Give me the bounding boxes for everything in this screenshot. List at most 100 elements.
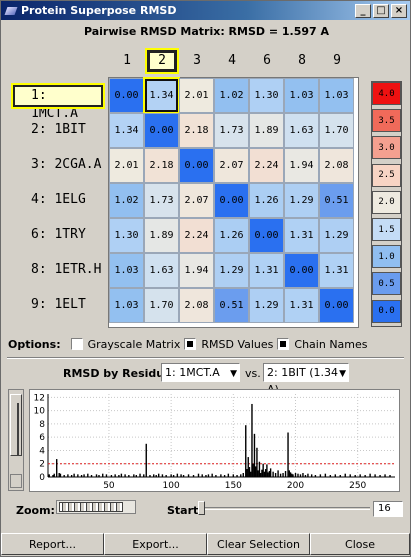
rmsd-residue-chart[interactable]: 0 2 4 6 8 10 12 50 100 150 200 250 (29, 389, 400, 492)
matrix-cell[interactable]: 2.08 (319, 148, 354, 183)
matrix-cell[interactable]: 2.24 (179, 218, 214, 253)
y-scale-slider[interactable] (8, 389, 24, 491)
matrix-cell[interactable]: 2.01 (179, 78, 214, 113)
matrix-cell[interactable]: 0.00 (284, 253, 319, 288)
matrix-cell[interactable]: 1.03 (109, 253, 144, 288)
matrix-cell[interactable]: 1.31 (319, 253, 354, 288)
y-scale-slider-button[interactable] (10, 474, 22, 488)
matrix-cell[interactable]: 1.29 (249, 288, 284, 323)
matrix-cell[interactable]: 1.02 (109, 183, 144, 218)
matrix-cell[interactable]: 1.03 (109, 288, 144, 323)
report-button[interactable]: Report... (1, 533, 104, 555)
matrix-cell[interactable]: 1.29 (284, 183, 319, 218)
matrix-cell[interactable]: 2.18 (179, 113, 214, 148)
matrix-cell[interactable]: 1.70 (319, 113, 354, 148)
y-tick-label: 6 (39, 433, 45, 443)
start-slider-thumb[interactable] (198, 501, 205, 515)
residue-bar (58, 473, 60, 477)
row-label[interactable]: 8: 1ETR.H (9, 260, 103, 282)
start-value-field[interactable]: 16 (373, 501, 403, 517)
structure-b-select[interactable]: 2: 1BIT (1.34 A) ▼ (263, 363, 349, 396)
column-header[interactable]: 8 (287, 53, 317, 68)
matrix-cell[interactable]: 2.07 (179, 183, 214, 218)
matrix-cell[interactable]: 0.51 (319, 183, 354, 218)
residue-bar (240, 474, 242, 477)
residue-bar (63, 475, 65, 477)
matrix-cell[interactable]: 0.51 (214, 288, 249, 323)
matrix-cell[interactable]: 1.89 (144, 218, 179, 253)
column-header[interactable]: 4 (217, 53, 247, 68)
matrix-cell[interactable]: 0.00 (249, 218, 284, 253)
matrix-cell[interactable]: 1.73 (144, 183, 179, 218)
rmsd-values-label: RMSD Values (201, 337, 274, 351)
matrix-cell[interactable]: 1.02 (214, 78, 249, 113)
residue-bar (98, 475, 100, 477)
matrix-cell[interactable]: 1.26 (214, 218, 249, 253)
rmsd-values-checkbox[interactable] (184, 338, 197, 350)
matrix-cell[interactable]: 1.30 (249, 78, 284, 113)
zoom-slider-thumb[interactable] (59, 502, 123, 512)
y-scale-slider-thumb[interactable] (10, 394, 22, 456)
row-label[interactable]: 6: 1TRY (9, 225, 103, 247)
matrix-cell[interactable]: 1.31 (284, 288, 319, 323)
matrix-cell[interactable]: 0.00 (144, 113, 179, 148)
chain-names-checkbox[interactable] (277, 338, 290, 350)
close-window-button[interactable]: × (391, 3, 407, 18)
x-tick-label: 50 (103, 481, 115, 491)
matrix-cell[interactable]: 1.94 (284, 148, 319, 183)
column-header[interactable]: 6 (252, 53, 282, 68)
residue-bar (232, 474, 235, 477)
residue-bar (105, 474, 108, 477)
structure-a-select[interactable]: 1: 1MCT.A ▼ (161, 363, 240, 382)
matrix-cell[interactable]: 2.18 (144, 148, 179, 183)
column-header[interactable]: 9 (322, 53, 352, 68)
start-slider-track[interactable] (198, 507, 370, 510)
residue-bar (359, 474, 361, 477)
matrix-cell[interactable]: 1.89 (249, 113, 284, 148)
matrix-cell[interactable]: 1.29 (214, 253, 249, 288)
residue-bar (139, 473, 141, 477)
column-header[interactable]: 3 (182, 53, 212, 68)
column-header[interactable]: 2 (145, 48, 179, 74)
matrix-cell[interactable]: 0.00 (214, 183, 249, 218)
matrix-cell[interactable]: 1.34 (143, 77, 180, 114)
export-button[interactable]: Export... (104, 533, 207, 555)
matrix-cell[interactable]: 2.07 (214, 148, 249, 183)
column-header[interactable]: 1 (112, 53, 142, 68)
matrix-cell[interactable]: 0.00 (179, 148, 214, 183)
minimize-button[interactable]: _ (355, 3, 371, 18)
matrix-cell[interactable]: 1.29 (319, 218, 354, 253)
residue-bar (349, 474, 351, 477)
row-label[interactable]: 2: 1BIT (9, 120, 103, 142)
matrix-cell[interactable]: 2.08 (179, 288, 214, 323)
row-label[interactable]: 3: 2CGA.A (9, 155, 103, 177)
matrix-cell[interactable]: 1.31 (249, 253, 284, 288)
row-label[interactable]: 4: 1ELG (9, 190, 103, 212)
matrix-cell[interactable]: 0.00 (319, 288, 354, 323)
residue-bar (344, 473, 346, 477)
matrix-cell[interactable]: 1.30 (109, 218, 144, 253)
matrix-cell[interactable]: 0.00 (109, 78, 144, 113)
residue-bar (384, 474, 386, 477)
matrix-cell[interactable]: 1.73 (214, 113, 249, 148)
row-label[interactable]: 1: 1MCT.A (11, 83, 105, 121)
matrix-cell[interactable]: 1.70 (144, 288, 179, 323)
zoom-slider[interactable] (56, 500, 136, 514)
grayscale-checkbox[interactable] (70, 338, 83, 350)
matrix-cell[interactable]: 1.34 (109, 113, 144, 148)
matrix-cell[interactable]: 2.01 (109, 148, 144, 183)
matrix-cell[interactable]: 1.03 (319, 78, 354, 113)
clear-selection-button[interactable]: Clear Selection (207, 533, 310, 555)
residue-bar (161, 474, 164, 477)
matrix-cell[interactable]: 1.03 (284, 78, 319, 113)
matrix-cell[interactable]: 1.94 (179, 253, 214, 288)
close-button[interactable]: Close (310, 533, 410, 555)
matrix-cell[interactable]: 2.24 (249, 148, 284, 183)
legend-swatch: 4.0 (372, 82, 401, 105)
matrix-cell[interactable]: 1.26 (249, 183, 284, 218)
row-label[interactable]: 9: 1ELT (9, 295, 103, 317)
matrix-cell[interactable]: 1.63 (284, 113, 319, 148)
matrix-cell[interactable]: 1.63 (144, 253, 179, 288)
maximize-button[interactable]: □ (373, 3, 389, 18)
matrix-cell[interactable]: 1.31 (284, 218, 319, 253)
